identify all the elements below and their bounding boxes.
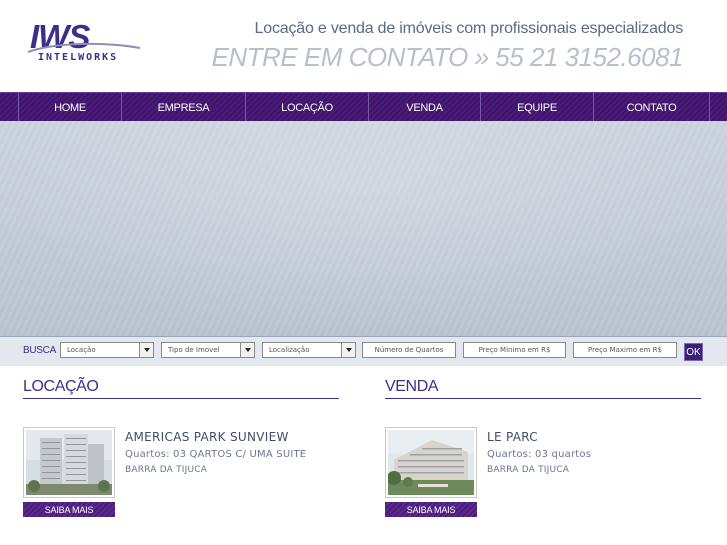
- logo[interactable]: IWS INTELWORKS: [26, 14, 146, 76]
- property-type-value: Tipo de Imovel: [168, 346, 220, 354]
- nav-item-equipe[interactable]: EQUIPE: [480, 93, 593, 122]
- nav-item-empresa[interactable]: EMPRESA: [121, 93, 245, 122]
- section-title: LOCAÇÃO: [23, 378, 339, 399]
- listing-name[interactable]: AMERICAS PARK SUNVIEW: [125, 430, 289, 444]
- listing-area: BARRA DA TIJUCA: [125, 465, 208, 475]
- listing-photo[interactable]: [385, 427, 477, 498]
- header: IWS INTELWORKS Locação e venda de imóvei…: [0, 0, 727, 92]
- listing-area: BARRA DA TIJUCA: [487, 465, 570, 475]
- listing-photo[interactable]: [23, 427, 115, 498]
- chevron-down-icon[interactable]: [139, 343, 153, 357]
- building-icon: [26, 430, 112, 495]
- main-nav: HOME EMPRESA LOCAÇÃO VENDA EQUIPE CONTAT…: [0, 92, 727, 122]
- nav-item-locacao[interactable]: LOCAÇÃO: [245, 93, 368, 122]
- search-bar: BUSCA Locação Tipo de Imovel Localização…: [0, 336, 727, 366]
- min-price-input[interactable]: Preço Mínimo em R$: [463, 342, 566, 358]
- section-locacao: LOCAÇÃO SAIBA MAIS AMERICAS PARK SUNVIEW…: [23, 378, 339, 517]
- chevron-down-icon[interactable]: [240, 343, 254, 357]
- listing-name[interactable]: LE PARC: [487, 430, 538, 444]
- max-price-input[interactable]: Preço Maximo em R$: [573, 342, 677, 358]
- page: IWS INTELWORKS Locação e venda de imóvei…: [0, 0, 727, 545]
- listing-rooms: Quartos: 03 QARTOS C/ UMA SUITE: [125, 449, 307, 460]
- chevron-down-icon[interactable]: [341, 343, 355, 357]
- listing-rooms: Quartos: 03 quartos: [487, 449, 592, 460]
- nav-item-home[interactable]: HOME: [18, 93, 121, 122]
- nav-item-contato[interactable]: CONTATO: [593, 93, 710, 122]
- logo-subtext: INTELWORKS: [38, 52, 119, 63]
- tagline: Locação e venda de imóveis com profissio…: [254, 20, 684, 37]
- property-type-select[interactable]: Tipo de Imovel: [161, 342, 255, 358]
- listing-card: SAIBA MAIS LE PARC Quartos: 03 quartos B…: [385, 427, 701, 519]
- location-select[interactable]: Localização: [262, 342, 356, 358]
- building-icon: [388, 430, 474, 495]
- saiba-mais-button[interactable]: SAIBA MAIS: [385, 502, 477, 517]
- saiba-mais-button[interactable]: SAIBA MAIS: [23, 502, 115, 517]
- location-value: Localização: [269, 346, 310, 354]
- search-ok-button[interactable]: OK: [684, 343, 703, 361]
- section-venda: VENDA SAIBA MAIS LE PARC Quartos: 03 qua…: [385, 378, 701, 517]
- section-title: VENDA: [385, 378, 701, 399]
- nav-item-venda[interactable]: VENDA: [368, 93, 480, 122]
- transaction-type-value: Locação: [67, 346, 96, 354]
- contact-phone: ENTRE EM CONTATO » 55 21 3152.6081: [211, 42, 684, 72]
- listing-card: SAIBA MAIS AMERICAS PARK SUNVIEW Quartos…: [23, 427, 339, 519]
- search-label: BUSCA: [23, 345, 56, 356]
- rooms-input[interactable]: Número de Quartos: [362, 342, 456, 358]
- hero-banner: [0, 121, 727, 336]
- transaction-type-select[interactable]: Locação: [60, 342, 154, 358]
